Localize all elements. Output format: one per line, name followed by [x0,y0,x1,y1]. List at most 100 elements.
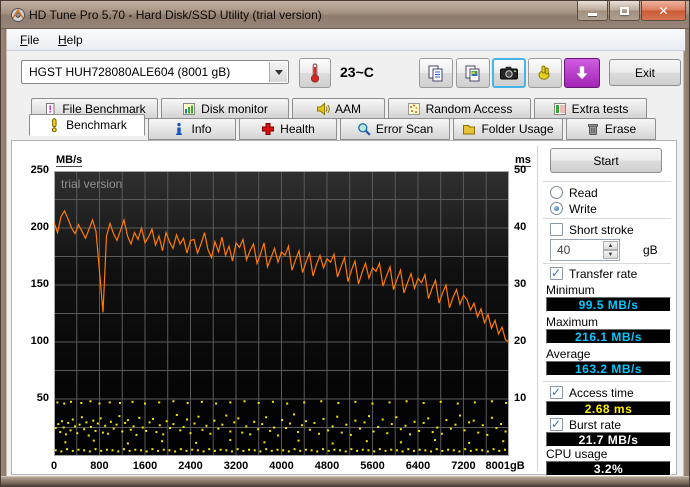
thermometer-icon [310,63,320,83]
y-left-axis-unit: MB/s [56,154,83,167]
minimize-button[interactable] [577,1,608,21]
separator [543,263,671,265]
drive-select-value: HGST HUH728080ALE604 (8001 gB) [29,65,231,79]
short-stroke-unit: gB [643,243,658,257]
chevron-down-icon [274,69,283,75]
tab-label: Folder Usage [481,122,554,136]
drive-select[interactable]: HGST HUH728080ALE604 (8001 gB) [21,60,289,84]
tab-label: Random Access [425,101,513,116]
health-cross-icon [262,123,275,135]
short-stroke-checkbox[interactable] [550,223,563,236]
title-bar[interactable]: HD Tune Pro 5.70 - Hard Disk/SSD Utility… [1,1,689,29]
menu-help[interactable]: Help [51,31,90,49]
tab-label: Info [191,122,212,136]
speaker-icon [316,101,330,116]
burst-rate-checkbox[interactable] [550,417,563,431]
panel-divider [537,146,539,471]
close-button[interactable]: ✕ [641,1,686,21]
start-button-label: Start [593,153,619,168]
burst-rate-label[interactable]: Burst rate [569,418,621,432]
menu-file[interactable]: File [13,31,46,49]
copy-image-icon [465,65,480,82]
short-stroke-spinner[interactable]: 40 ▲ ▼ [550,239,620,261]
access-time-checkbox[interactable] [550,385,563,399]
separator [543,218,671,220]
minimize-icon [588,13,597,16]
write-radio-label[interactable]: Write [569,202,597,216]
tab-label: Error Scan [375,122,434,136]
minimum-value: 99.5 MB/s [546,297,671,312]
hand-button[interactable] [528,58,562,88]
tab-folder-usage[interactable]: Folder Usage [453,118,563,140]
folder-icon [463,125,476,135]
trial-watermark: trial version [61,177,122,191]
exit-button[interactable]: Exit [609,59,681,86]
window-border-left [1,29,7,478]
write-radio[interactable] [550,202,563,215]
tab-label: Health [280,122,315,136]
info-icon [176,122,183,135]
tab-erase[interactable]: Erase [566,118,656,140]
tab-aam[interactable]: AAM [292,98,385,119]
hand-icon [538,65,550,80]
maximize-icon [620,6,629,15]
tab-label: Disk monitor [201,101,268,116]
menu-bar: File Help [7,29,685,51]
temperature-button[interactable] [299,58,331,88]
camera-icon [500,66,518,80]
tab-extra-tests[interactable]: Extra tests [534,98,647,119]
exit-button-label: Exit [634,65,655,80]
copy-text-button[interactable] [419,58,453,88]
maximum-value: 216.1 MB/s [546,329,671,344]
tab-health[interactable]: Health [239,118,337,140]
random-access-icon [407,102,420,115]
short-stroke-label[interactable]: Short stroke [569,223,634,237]
copy-image-button[interactable] [456,58,490,88]
maximum-label: Maximum [546,315,599,329]
tab-label: Erase [604,122,637,136]
separator [543,381,671,383]
read-radio[interactable] [550,186,563,199]
drive-select-dropdown-button[interactable] [269,62,287,82]
average-label: Average [546,347,591,361]
spinner-up-button[interactable]: ▲ [603,241,618,250]
average-value: 163.2 MB/s [546,361,671,376]
tab-info[interactable]: Info [148,118,236,140]
tab-disk-monitor[interactable]: Disk monitor [161,98,289,119]
access-time-value: 2.68 ms [546,401,671,416]
access-time-label[interactable]: Access time [569,386,634,400]
tab-random-access[interactable]: Random Access [388,98,531,119]
download-button[interactable] [564,58,600,88]
temperature-value: 23~C [340,64,374,80]
window-border-bottom [1,476,689,486]
window-title: HD Tune Pro 5.70 - Hard Disk/SSD Utility… [29,8,322,22]
maximize-button[interactable] [609,1,640,21]
extra-tests-icon [553,102,566,115]
transfer-rate-checkbox[interactable] [550,266,563,280]
minimum-label: Minimum [546,283,595,297]
app-icon [11,8,25,22]
disk-monitor-icon [183,102,196,115]
copy-text-icon [428,65,443,82]
app-window: HD Tune Pro 5.70 - Hard Disk/SSD Utility… [0,0,690,487]
cpu-usage-label: CPU usage [546,447,608,461]
screenshot-button[interactable] [492,58,526,88]
spinner-down-button[interactable]: ▼ [603,250,618,259]
tab-label: Benchmark [66,118,127,132]
tab-label: Extra tests [571,101,629,116]
trash-icon [587,124,598,135]
exclamation-icon [52,118,57,132]
window-border-right [683,29,689,478]
magnifier-icon [357,123,371,136]
transfer-rate-label[interactable]: Transfer rate [569,267,637,281]
download-arrow-icon [576,66,588,80]
tab-benchmark[interactable]: Benchmark [29,114,145,136]
start-button[interactable]: Start [550,148,662,173]
read-radio-label[interactable]: Read [569,186,598,200]
close-icon: ✕ [658,3,669,18]
benchmark-chart: trial version [54,171,509,456]
cpu-usage-value: 3.2% [546,461,671,476]
tab-label: AAM [334,101,361,116]
short-stroke-value[interactable]: 40 [557,243,570,257]
tab-error-scan[interactable]: Error Scan [340,118,450,140]
